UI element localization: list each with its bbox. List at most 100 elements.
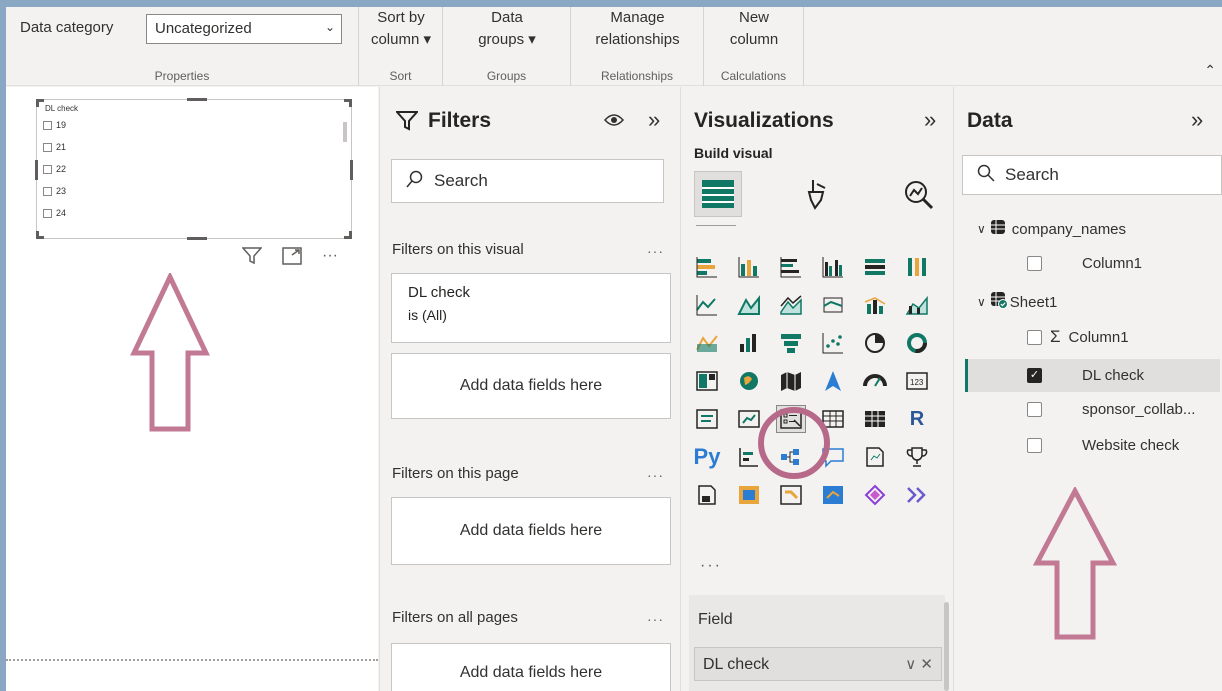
resize-handle[interactable] bbox=[36, 231, 44, 239]
line-chart-icon[interactable] bbox=[692, 291, 722, 319]
resize-handle[interactable] bbox=[350, 160, 353, 180]
checkbox[interactable] bbox=[1027, 256, 1042, 271]
checkbox[interactable] bbox=[1027, 329, 1042, 345]
slicer-item[interactable]: 24 bbox=[43, 208, 66, 218]
checkbox[interactable] bbox=[43, 120, 52, 130]
more-options-icon[interactable]: ··· bbox=[647, 243, 664, 259]
scrollbar[interactable] bbox=[944, 602, 949, 691]
checkbox[interactable] bbox=[43, 208, 52, 218]
ribbon-chart-icon[interactable] bbox=[902, 291, 932, 319]
resize-handle[interactable] bbox=[344, 99, 352, 107]
slicer-item[interactable]: 22 bbox=[43, 164, 66, 174]
pie-chart-icon[interactable] bbox=[860, 329, 890, 357]
line-and-clustered-column-icon[interactable] bbox=[860, 291, 890, 319]
funnel-chart-icon[interactable] bbox=[776, 329, 806, 357]
more-options-icon[interactable]: ··· bbox=[647, 467, 664, 483]
field-row[interactable]: Σ Column1 bbox=[1027, 327, 1129, 347]
resize-handle[interactable] bbox=[344, 231, 352, 239]
slicer-item[interactable]: 23 bbox=[43, 186, 66, 196]
add-page-filter-dropzone[interactable]: Add data fields here bbox=[391, 497, 671, 565]
sort-by-column-button[interactable]: Sort by column ▾ bbox=[367, 7, 435, 51]
slicer-scrollbar[interactable] bbox=[343, 122, 347, 142]
chevron-visual-icon[interactable] bbox=[902, 481, 932, 509]
filter-icon[interactable] bbox=[241, 247, 263, 270]
donut-chart-icon[interactable] bbox=[902, 329, 932, 357]
field-row[interactable]: Column1 bbox=[1027, 255, 1142, 272]
area-chart-icon[interactable] bbox=[734, 291, 764, 319]
checkbox[interactable] bbox=[1027, 438, 1042, 453]
stacked-area-chart-icon[interactable] bbox=[776, 291, 806, 319]
report-canvas[interactable]: DL check 19 21 22 23 24 ··· bbox=[6, 87, 378, 691]
build-visual-tab[interactable] bbox=[694, 171, 742, 217]
python-visual-icon[interactable]: Py bbox=[692, 443, 722, 471]
eye-icon[interactable] bbox=[603, 113, 625, 132]
focus-mode-icon[interactable] bbox=[282, 247, 302, 270]
stacked-bar-chart-icon[interactable] bbox=[692, 253, 722, 281]
bar-step-chart-icon[interactable] bbox=[734, 329, 764, 357]
manage-relationships-button[interactable]: Manage relationships bbox=[579, 7, 696, 51]
add-visual-filter-dropzone[interactable]: Add data fields here bbox=[391, 353, 671, 419]
paginated-report-icon[interactable] bbox=[692, 481, 722, 509]
collapse-pane-icon[interactable]: » bbox=[648, 107, 660, 133]
azure-map-icon[interactable] bbox=[818, 367, 848, 395]
checkbox-checked[interactable]: ✓ bbox=[1027, 368, 1042, 383]
new-column-button[interactable]: New column bbox=[714, 7, 794, 51]
more-visuals-icon[interactable]: ··· bbox=[700, 557, 722, 575]
filters-search-input[interactable]: Search bbox=[391, 159, 664, 203]
chevron-down-icon[interactable]: ∨ bbox=[977, 295, 986, 309]
add-all-pages-filter-dropzone[interactable]: Add data fields here bbox=[391, 643, 671, 691]
resize-handle[interactable] bbox=[187, 237, 207, 240]
goals-trophy-icon[interactable] bbox=[902, 443, 932, 471]
data-groups-button[interactable]: Data groups ▾ bbox=[469, 7, 545, 51]
100-stacked-column-chart-icon[interactable] bbox=[902, 253, 932, 281]
data-search-input[interactable]: Search bbox=[962, 155, 1222, 195]
filled-map-icon[interactable] bbox=[776, 367, 806, 395]
map-icon[interactable] bbox=[734, 367, 764, 395]
arcgis-map-icon[interactable] bbox=[818, 481, 848, 509]
clustered-column-chart-icon[interactable] bbox=[818, 253, 848, 281]
chevron-down-icon[interactable]: ∨ bbox=[905, 656, 916, 673]
checkbox[interactable] bbox=[1027, 402, 1042, 417]
more-options-icon[interactable]: ··· bbox=[647, 611, 664, 627]
resize-handle[interactable] bbox=[36, 99, 44, 107]
more-options-icon[interactable]: ··· bbox=[322, 247, 338, 270]
clustered-bar-chart-icon[interactable] bbox=[776, 253, 806, 281]
table-company-names[interactable]: ∨ company_names bbox=[977, 219, 1126, 239]
close-icon[interactable]: ✕ bbox=[920, 656, 933, 673]
checkbox[interactable] bbox=[43, 186, 52, 196]
filter-card-dl-check[interactable]: DL check is (All) bbox=[391, 273, 671, 343]
gauge-icon[interactable] bbox=[860, 367, 890, 395]
collapse-pane-icon[interactable]: » bbox=[924, 107, 936, 133]
chevron-down-icon[interactable]: ∨ bbox=[977, 222, 986, 236]
slicer-visual[interactable]: DL check 19 21 22 23 24 bbox=[35, 98, 353, 240]
power-automate-icon[interactable] bbox=[776, 481, 806, 509]
analytics-tab[interactable] bbox=[894, 171, 942, 217]
format-visual-tab[interactable] bbox=[792, 171, 840, 217]
data-category-select[interactable]: Uncategorized ⌄ bbox=[146, 14, 342, 44]
scatter-chart-icon[interactable] bbox=[818, 329, 848, 357]
slicer-item[interactable]: 21 bbox=[43, 142, 66, 152]
field-row[interactable]: Website check bbox=[1027, 437, 1179, 454]
multi-row-card-icon[interactable] bbox=[692, 405, 722, 433]
treemap-icon[interactable] bbox=[692, 367, 722, 395]
card-icon[interactable]: 123 bbox=[902, 367, 932, 395]
metrics-diamond-icon[interactable] bbox=[860, 481, 890, 509]
collapse-pane-icon[interactable]: » bbox=[1191, 107, 1203, 133]
field-row[interactable]: sponsor_collab... bbox=[1027, 401, 1195, 418]
100-stacked-bar-chart-icon[interactable] bbox=[860, 253, 890, 281]
checkbox[interactable] bbox=[43, 142, 52, 152]
matrix-icon[interactable] bbox=[860, 405, 890, 433]
field-chip-dl-check[interactable]: DL check ∨ ✕ bbox=[694, 647, 942, 681]
collapse-ribbon-icon[interactable]: ⌃ bbox=[1204, 62, 1216, 79]
r-script-visual-icon[interactable]: R bbox=[902, 405, 932, 433]
resize-handle[interactable] bbox=[35, 160, 38, 180]
smart-narrative-icon[interactable] bbox=[860, 443, 890, 471]
resize-handle[interactable] bbox=[187, 98, 207, 101]
power-apps-icon[interactable] bbox=[734, 481, 764, 509]
waterfall-chart-icon[interactable] bbox=[692, 329, 722, 357]
stacked-column-chart-icon[interactable] bbox=[734, 253, 764, 281]
field-row-dl-check[interactable]: ✓ DL check bbox=[1027, 367, 1144, 384]
slicer-item[interactable]: 19 bbox=[43, 120, 66, 130]
checkbox[interactable] bbox=[43, 164, 52, 174]
line-and-column-chart-icon[interactable] bbox=[818, 291, 848, 319]
